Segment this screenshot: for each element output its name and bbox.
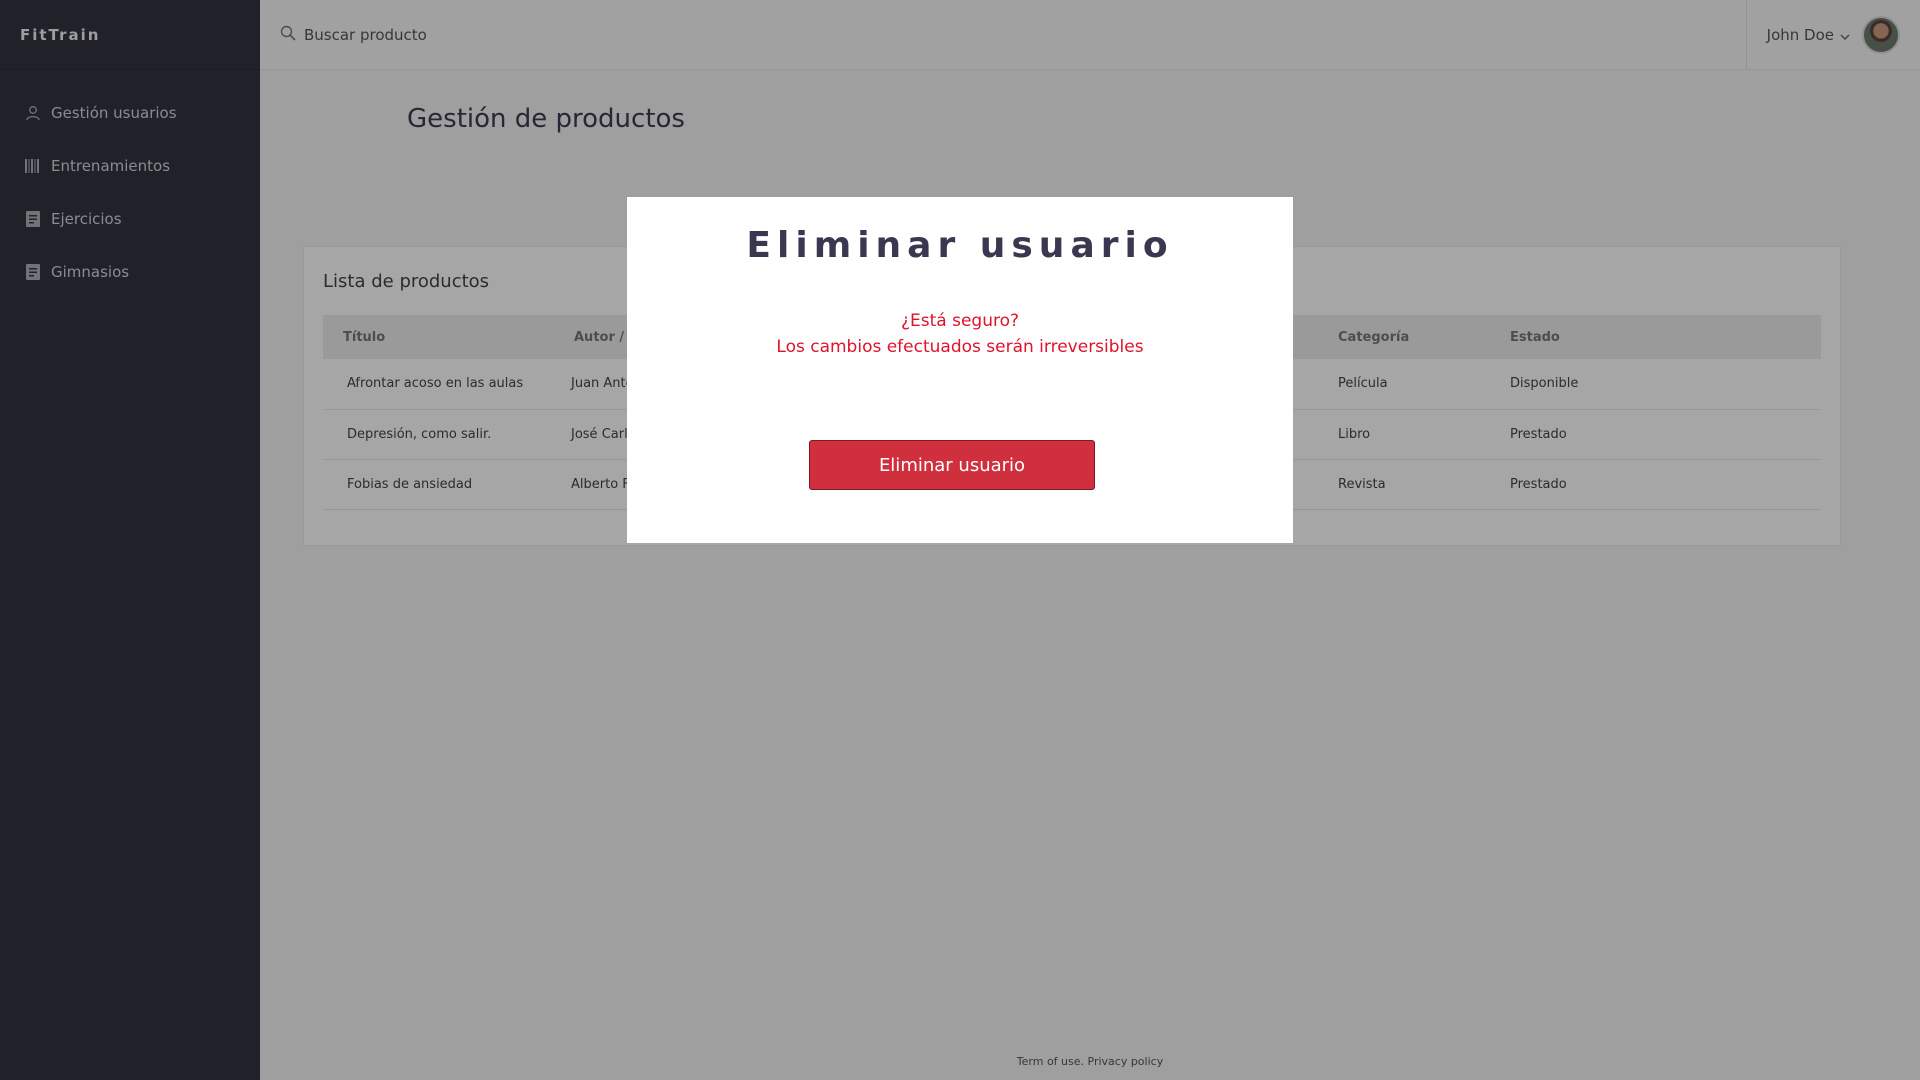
confirm-question: ¿Está seguro?	[900, 311, 1020, 331]
modal-title: Eliminar usuario	[746, 225, 1174, 266]
delete-user-button[interactable]: Eliminar usuario	[809, 440, 1095, 490]
delete-user-modal: Eliminar usuario ¿Está seguro? Los cambi…	[627, 197, 1293, 543]
irreversible-warning: Los cambios efectuados serán irreversibl…	[776, 337, 1144, 357]
modal-message: ¿Está seguro? Los cambios efectuados ser…	[627, 308, 1293, 360]
